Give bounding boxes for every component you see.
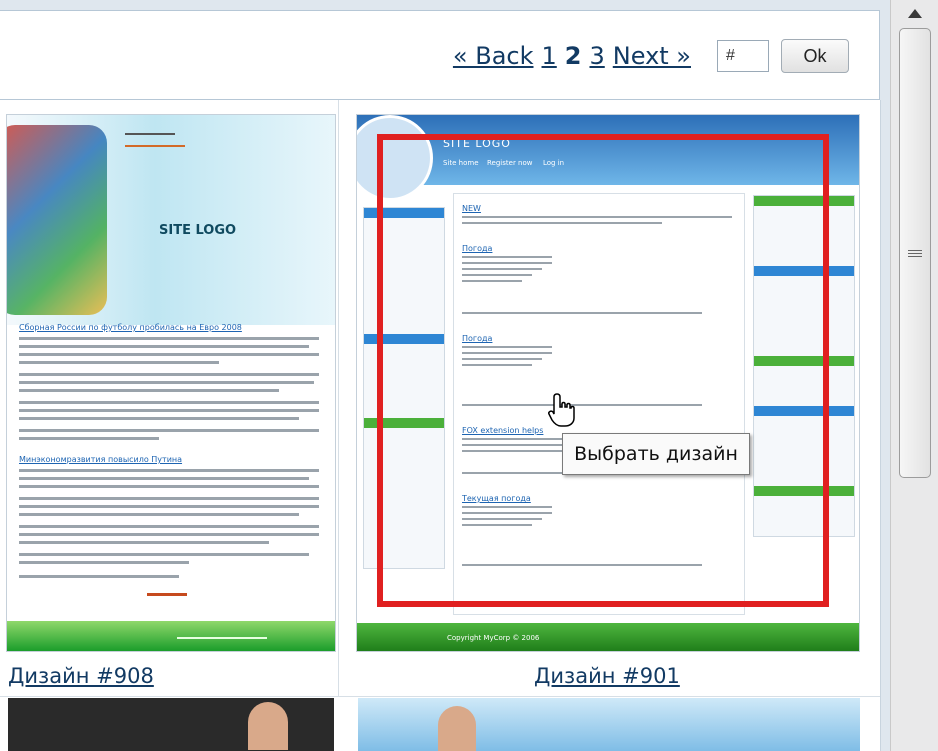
- hand-cursor-icon: [548, 393, 575, 427]
- preview-text: [19, 513, 299, 516]
- preview-text: [19, 337, 319, 340]
- preview-text: [19, 389, 279, 392]
- preview-text: [19, 409, 319, 412]
- preview-text: [19, 437, 159, 440]
- preview-text: [19, 497, 319, 500]
- pagination-bar: « Back 1 2 3 Next » Ok: [0, 10, 880, 100]
- vertical-scrollbar[interactable]: [890, 0, 938, 751]
- select-design-tooltip: Выбрать дизайн: [562, 433, 750, 475]
- person-photo: [438, 706, 476, 751]
- preview-text: [19, 401, 319, 404]
- preview-text: [19, 477, 309, 480]
- page-link-1[interactable]: 1: [542, 42, 557, 70]
- preview-text: [19, 417, 299, 420]
- preview-text: [19, 505, 319, 508]
- current-page: 2: [564, 42, 582, 70]
- preview-text: [19, 373, 319, 376]
- grip-line: [908, 253, 922, 254]
- backpack-illustration: [7, 125, 107, 315]
- preview-text: [19, 361, 219, 364]
- preview-text: [147, 593, 187, 596]
- design-link-901[interactable]: Дизайн #901: [534, 664, 680, 688]
- scrollbar-thumb[interactable]: [899, 28, 931, 478]
- grip-line: [908, 250, 922, 251]
- back-link[interactable]: « Back: [453, 42, 534, 70]
- preview-news-title: Сборная России по футболу пробилась на Е…: [19, 323, 242, 332]
- preview-text: [19, 575, 179, 578]
- preview-text: [125, 133, 175, 135]
- scroll-grip-icon: [900, 247, 930, 261]
- preview-text: [19, 561, 189, 564]
- preview-text: [19, 541, 269, 544]
- design-preview-next-right[interactable]: [358, 698, 860, 751]
- preview-text: [19, 345, 309, 348]
- preview-text: [19, 485, 319, 488]
- preview-text: [19, 429, 319, 432]
- person-photo: [248, 702, 288, 750]
- preview-footer-text: [177, 637, 267, 639]
- design-link-908[interactable]: Дизайн #908: [8, 664, 154, 688]
- preview-text: [19, 469, 319, 472]
- preview-text: [19, 525, 319, 528]
- preview-text: [19, 553, 309, 556]
- scroll-up-arrow-icon[interactable]: [905, 6, 925, 22]
- preview-text: [19, 533, 319, 536]
- design-gallery: « Back 1 2 3 Next » Ok SITE LOGO Сборная…: [0, 0, 890, 751]
- preview-footer: Copyright MyCorp © 2006: [357, 623, 859, 651]
- page-link-3[interactable]: 3: [589, 42, 604, 70]
- preview-news-title: Минэкономразвития повысило Путина: [19, 455, 183, 464]
- design-preview-908[interactable]: SITE LOGO Сборная России по футболу проб…: [6, 114, 336, 652]
- preview-footer: [7, 621, 335, 651]
- pagination: « Back 1 2 3 Next » Ok: [453, 39, 849, 73]
- preview-text: [19, 381, 314, 384]
- page-number-input[interactable]: [717, 40, 769, 72]
- design-card-908: SITE LOGO Сборная России по футболу проб…: [0, 100, 339, 697]
- grip-line: [908, 256, 922, 257]
- ok-button[interactable]: Ok: [781, 39, 849, 73]
- preview-text: [125, 145, 185, 147]
- preview-text: [19, 353, 319, 356]
- design-preview-next-left[interactable]: [8, 698, 334, 751]
- preview-site-logo: SITE LOGO: [159, 223, 237, 238]
- next-link[interactable]: Next »: [613, 42, 691, 70]
- selection-highlight-frame: [377, 134, 829, 607]
- preview-footer-text: Copyright MyCorp © 2006: [447, 634, 540, 642]
